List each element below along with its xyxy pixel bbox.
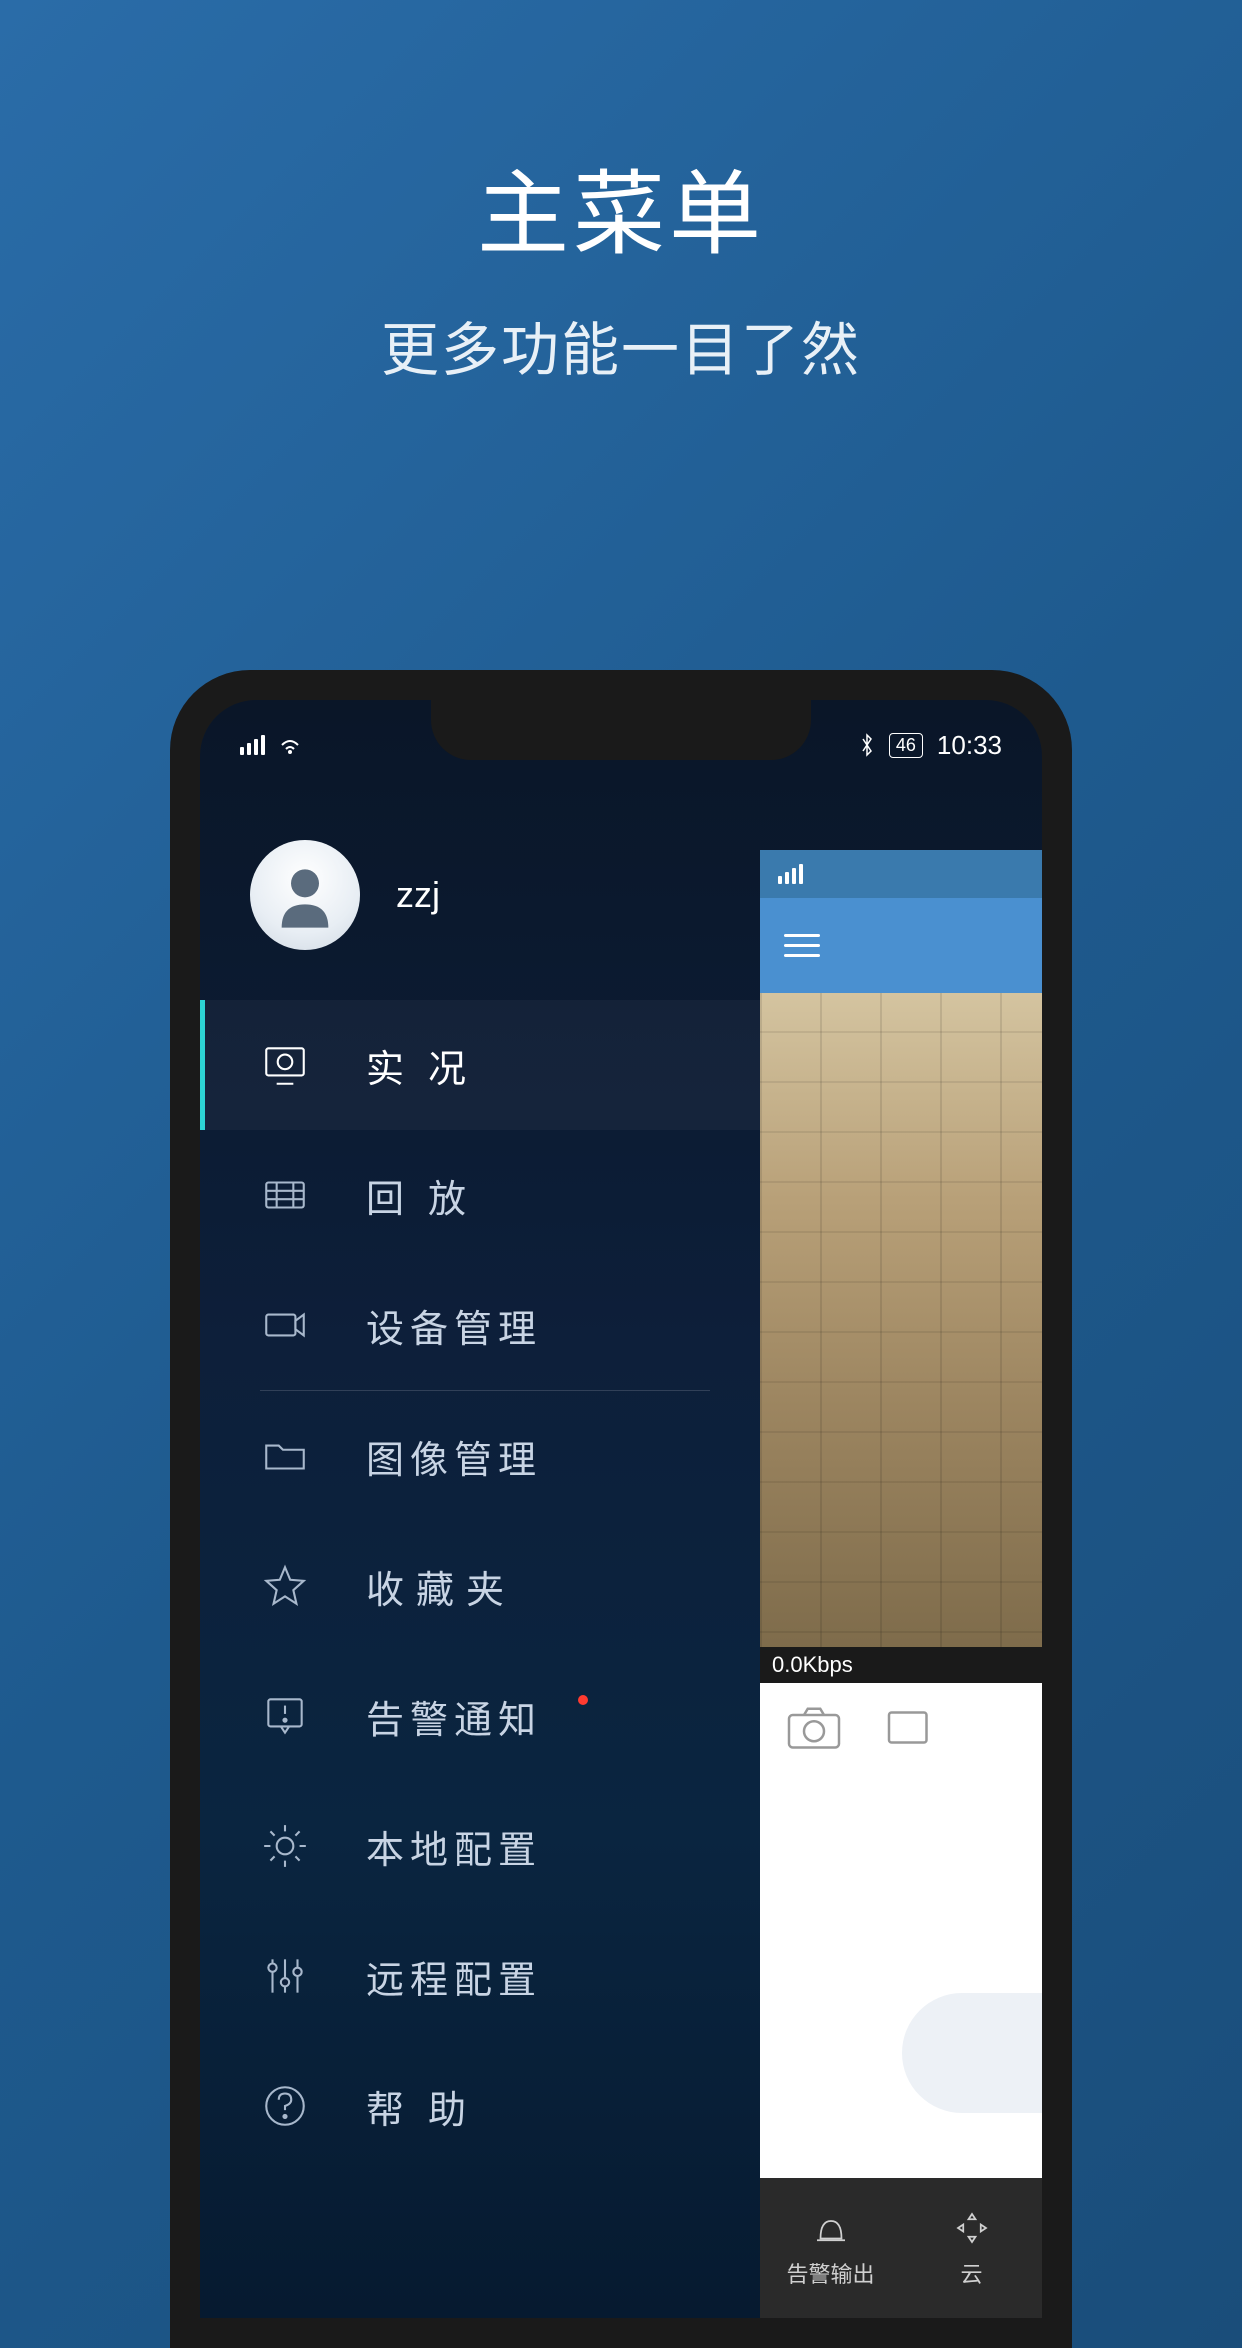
help-icon	[260, 2081, 310, 2131]
wifi-icon	[277, 735, 303, 755]
menu-item-help[interactable]: 帮助	[200, 2041, 760, 2171]
menu-label: 告警通知	[366, 1689, 542, 1744]
menu-item-remote-config[interactable]: 远程配置	[200, 1911, 760, 2041]
menu-item-alerts[interactable]: 告警通知	[200, 1651, 760, 1781]
menu-item-live[interactable]: 实况	[200, 1000, 760, 1130]
notification-dot	[578, 1695, 588, 1705]
main-menu: 实况 回放 设备管理 图像管理 收藏夹	[200, 1000, 760, 2171]
status-time: 10:33	[937, 730, 1002, 761]
alert-icon	[260, 1691, 310, 1741]
gear-icon	[260, 1821, 310, 1871]
film-icon	[260, 1170, 310, 1220]
phone-frame: 46 10:33 zzj 实况 回放	[170, 670, 1072, 2348]
phone-notch	[431, 700, 811, 760]
bottom-toolbar: 告警输出 云	[760, 2178, 1042, 2318]
folder-icon	[260, 1431, 310, 1481]
menu-item-favorites[interactable]: 收藏夹	[200, 1521, 760, 1651]
menu-label: 本地配置	[366, 1819, 542, 1874]
alarm-output-button[interactable]: 告警输出	[760, 2207, 901, 2289]
signal-icon	[240, 735, 265, 755]
peek-status-bar	[760, 850, 1042, 898]
side-drawer: zzj 实况 回放 设备管理 图像管理	[200, 780, 760, 2318]
promo-title: 主菜单	[0, 140, 1242, 273]
phone-screen: 46 10:33 zzj 实况 回放	[200, 700, 1042, 2318]
menu-label: 回放	[366, 1168, 490, 1223]
menu-icon[interactable]	[784, 934, 820, 957]
promo-subtitle: 更多功能一目了然	[0, 303, 1242, 387]
snapshot-button[interactable]	[784, 1703, 844, 1751]
menu-label: 远程配置	[366, 1949, 542, 2004]
floating-control[interactable]	[902, 1993, 1042, 2113]
button-label: 告警输出	[786, 2257, 874, 2289]
camera-icon	[260, 1300, 310, 1350]
menu-label: 图像管理	[366, 1429, 542, 1484]
menu-label: 收藏夹	[366, 1559, 516, 1614]
menu-item-images[interactable]: 图像管理	[200, 1391, 760, 1521]
menu-label: 帮助	[366, 2079, 490, 2134]
signal-icon	[778, 864, 803, 884]
bitrate-label: 0.0Kbps	[760, 1647, 1042, 1683]
camera-feed[interactable]: 0.0Kbps	[760, 993, 1042, 1683]
button-label: 云	[960, 2257, 982, 2289]
record-button[interactable]	[884, 1703, 944, 1751]
battery-level: 46	[889, 733, 923, 758]
menu-item-local-config[interactable]: 本地配置	[200, 1781, 760, 1911]
bluetooth-icon	[859, 733, 875, 757]
menu-item-devices[interactable]: 设备管理	[200, 1260, 760, 1390]
star-icon	[260, 1561, 310, 1611]
sliders-icon	[260, 1951, 310, 2001]
menu-item-playback[interactable]: 回放	[200, 1130, 760, 1260]
ptz-button[interactable]: 云	[901, 2207, 1042, 2289]
profile-section[interactable]: zzj	[200, 820, 760, 1000]
username: zzj	[396, 874, 440, 916]
peek-toolbar	[760, 898, 1042, 993]
menu-label: 设备管理	[366, 1298, 542, 1353]
avatar[interactable]	[250, 840, 360, 950]
content-preview[interactable]: 0.0Kbps 告警输出	[760, 850, 1042, 2318]
menu-label: 实况	[366, 1038, 490, 1093]
control-panel	[760, 1683, 1042, 2178]
monitor-icon	[260, 1040, 310, 1090]
